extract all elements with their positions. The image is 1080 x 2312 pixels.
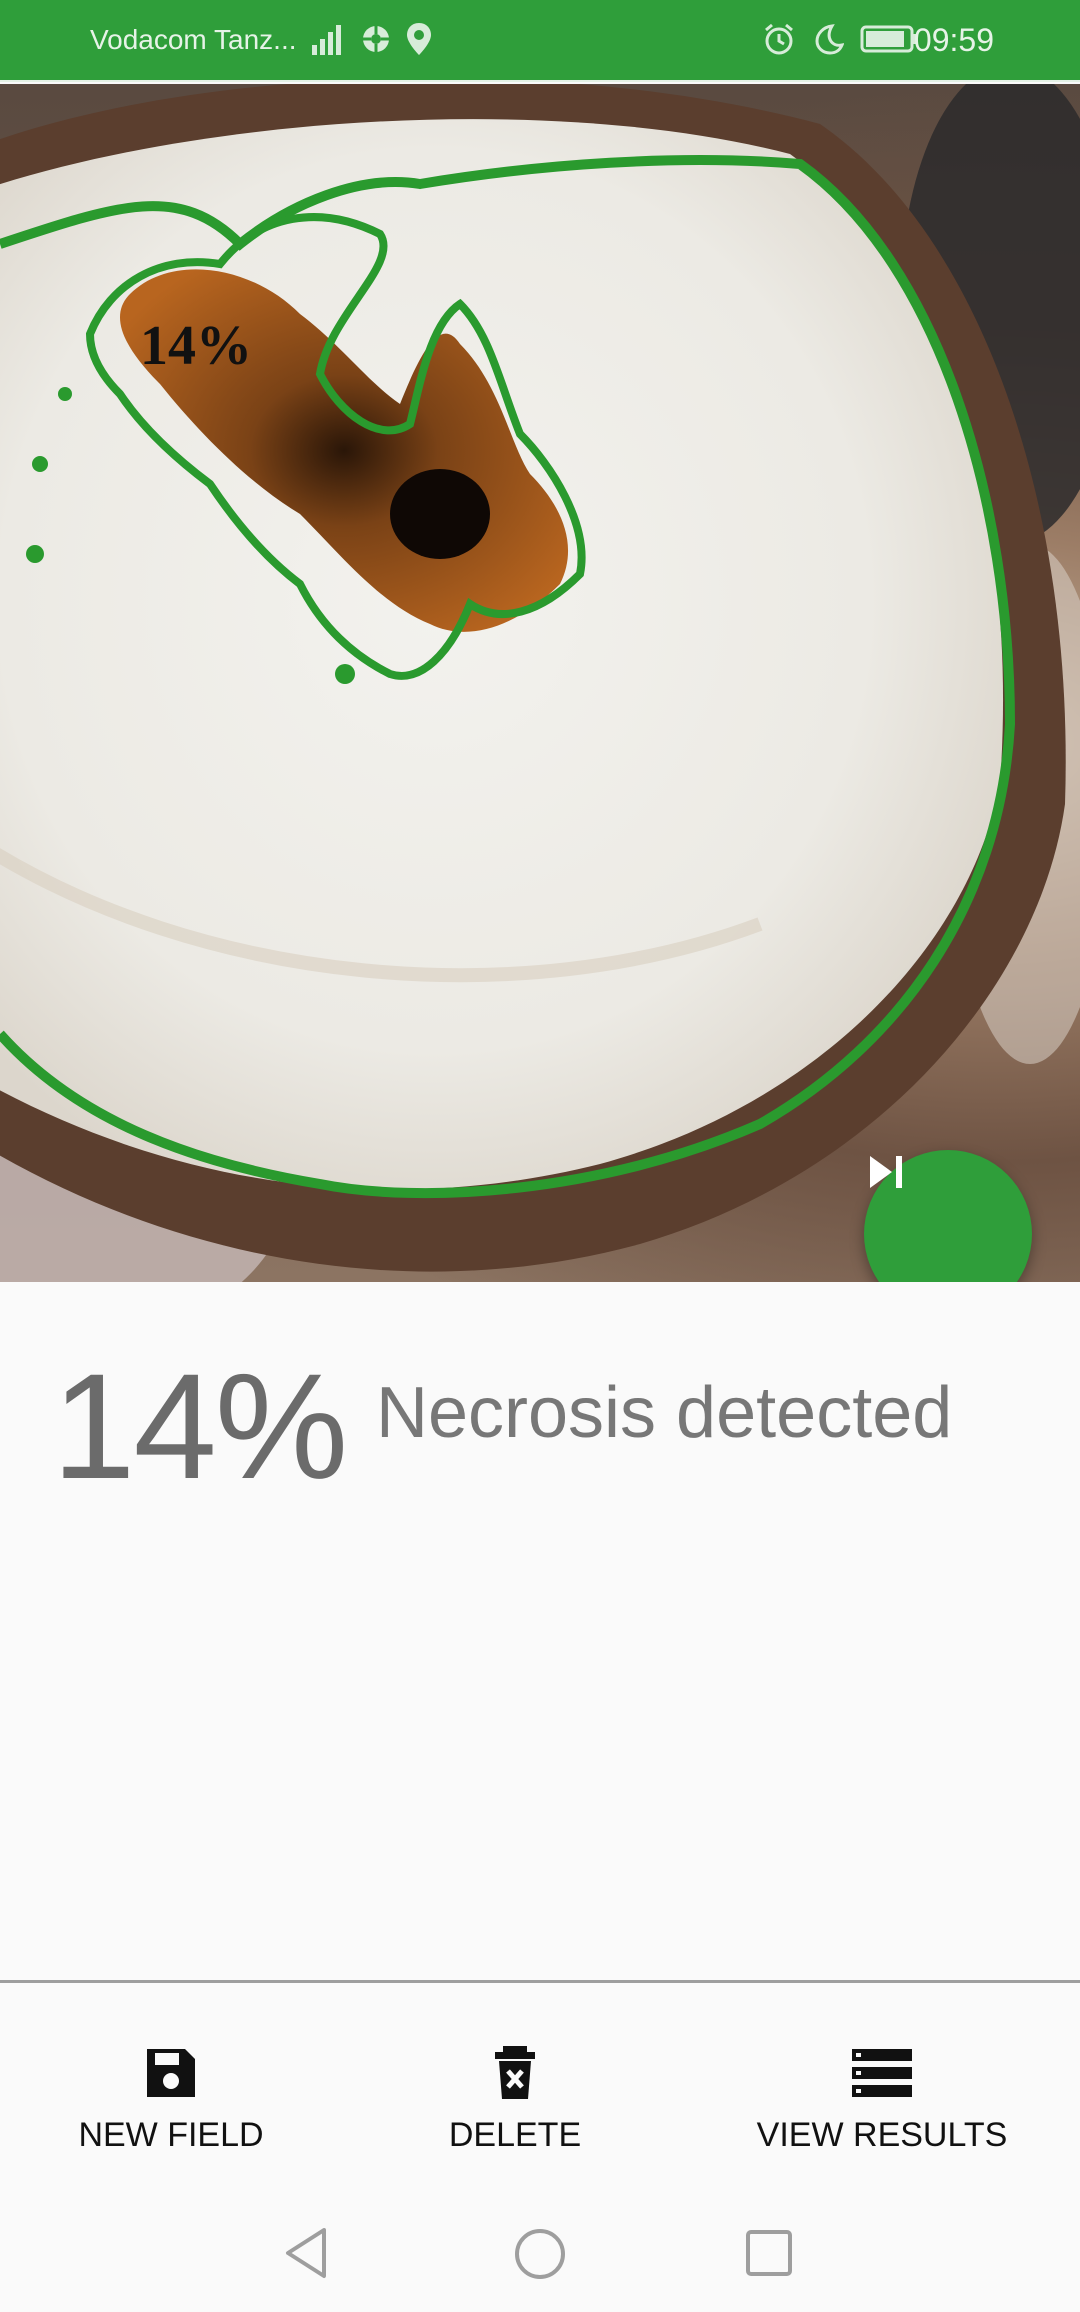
moon-icon [812, 23, 845, 60]
carrier-name: Vodacom Tanz... [90, 24, 297, 55]
back-icon[interactable] [282, 2226, 332, 2285]
clock: 09:59 [913, 22, 994, 58]
view-results-label: VIEW RESULTS [756, 2116, 1008, 2154]
battery-icon [860, 24, 920, 59]
alarm-icon [762, 22, 796, 61]
cassava-cross-section: 14% [0, 84, 1080, 1282]
list-icon [850, 2043, 914, 2108]
save-icon [141, 2043, 201, 2108]
recents-icon[interactable] [744, 2228, 794, 2283]
delete-icon [485, 2043, 545, 2108]
location-icon [406, 22, 432, 61]
home-icon[interactable] [512, 2226, 568, 2287]
system-nav-bar [0, 2188, 1080, 2312]
overlay-percent-label: 14% [140, 315, 252, 377]
delete-button[interactable]: DELETE [420, 2043, 610, 2155]
data-icon [360, 23, 392, 60]
new-field-label: NEW FIELD [78, 2116, 264, 2154]
view-results-button[interactable]: VIEW RESULTS [752, 2043, 1012, 2155]
delete-label: DELETE [448, 2116, 582, 2154]
signal-icon [310, 23, 346, 60]
status-bar: Vodacom Tanz... 09:59 [0, 0, 1080, 82]
necrosis-percent: 14% [52, 1342, 348, 1510]
new-field-button[interactable]: NEW FIELD [66, 2043, 276, 2155]
result-image: 14% [0, 84, 1080, 1282]
result-label: Necrosis detected [376, 1373, 953, 1453]
bottom-action-bar: NEW FIELD DELETE VIEW RESULTS [0, 1983, 1080, 2188]
